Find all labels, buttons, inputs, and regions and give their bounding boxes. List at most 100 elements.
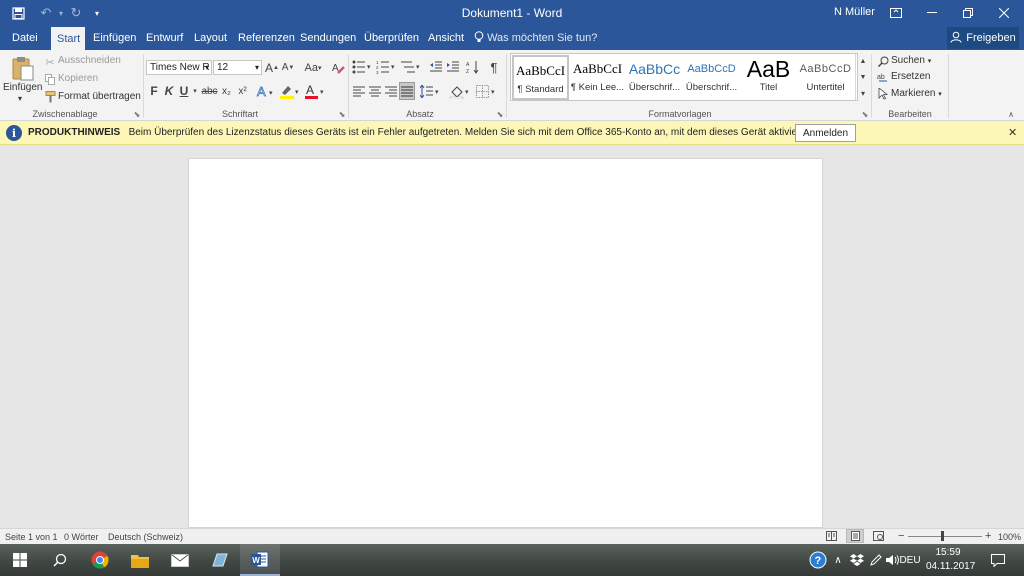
styles-scroll-down-icon[interactable]: ▼ — [857, 70, 869, 84]
tab-review[interactable]: Überprüfen — [358, 26, 425, 50]
underline-dropdown-icon[interactable]: ▾ — [191, 83, 199, 99]
svg-text:3: 3 — [376, 70, 379, 74]
cut-button[interactable]: Ausschneiden — [58, 55, 121, 66]
dropbox-icon[interactable] — [848, 544, 866, 576]
windows-start-icon[interactable] — [0, 544, 40, 576]
font-color-icon[interactable]: A ▾ — [304, 82, 326, 99]
underline-button[interactable]: U — [178, 83, 190, 99]
style-name: Überschrif... — [628, 82, 681, 93]
dialog-launcher-icon[interactable]: ⬊ — [495, 109, 505, 119]
paste-button[interactable]: Einfügen — [3, 82, 42, 93]
sort-icon[interactable]: AZ — [466, 59, 480, 75]
align-left-icon[interactable] — [352, 83, 366, 99]
italic-button[interactable]: K — [163, 83, 175, 99]
user-name[interactable]: N Müller — [834, 6, 875, 18]
mail-icon[interactable] — [160, 544, 200, 576]
chrome-icon[interactable] — [80, 544, 120, 576]
help-icon[interactable]: ? — [806, 544, 830, 576]
zoom-slider-thumb[interactable] — [941, 531, 944, 541]
zoom-slider-track[interactable] — [908, 536, 982, 537]
find-button[interactable]: Suchen ▾ — [891, 55, 931, 66]
shrink-font-icon[interactable]: A ▼ — [281, 60, 295, 75]
justify-icon[interactable] — [399, 82, 415, 100]
tab-insert[interactable]: Einfügen — [87, 26, 142, 50]
show-marks-icon[interactable]: ¶ — [487, 59, 501, 75]
zoom-level[interactable]: 100% — [998, 532, 1021, 542]
styles-more-icon[interactable]: ▾ — [857, 86, 869, 100]
close-icon[interactable] — [988, 0, 1020, 26]
replace-button[interactable]: Ersetzen — [891, 71, 930, 82]
dialog-launcher-icon[interactable]: ⬊ — [860, 109, 870, 119]
paste-dropdown-icon[interactable]: ▾ — [18, 94, 22, 103]
input-language[interactable]: DEU — [898, 544, 922, 576]
numbering-icon[interactable]: 1 2 3 ▾ — [376, 59, 398, 75]
style-subtitle[interactable]: AaBbCcD Untertitel — [797, 55, 854, 100]
style-name: Überschrif... — [685, 82, 738, 93]
action-center-icon[interactable] — [984, 544, 1012, 576]
tab-view[interactable]: Ansicht — [422, 26, 470, 50]
change-case-icon[interactable]: Aa ▾ — [301, 60, 325, 75]
multilevel-list-icon[interactable]: ▾ — [400, 59, 424, 75]
borders-icon[interactable]: ▾ — [476, 83, 498, 99]
tab-home[interactable]: Start — [51, 27, 85, 50]
tab-mailings[interactable]: Sendungen — [294, 26, 362, 50]
style-heading-2[interactable]: AaBbCcD Überschrif... — [683, 55, 740, 100]
tab-file[interactable]: Datei — [6, 26, 44, 50]
subscript-button[interactable]: x₂ — [220, 83, 233, 99]
font-name-combo[interactable]: Times New R ▾ — [146, 60, 212, 75]
share-button[interactable]: Freigeben — [947, 27, 1019, 49]
zoom-in-button[interactable]: + — [985, 530, 991, 542]
font-size-combo[interactable]: 12 ▾ — [213, 60, 262, 75]
word-count[interactable]: 0 Wörter — [64, 532, 99, 542]
show-hidden-icons-icon[interactable]: ∧ — [830, 544, 846, 576]
style-no-spacing[interactable]: AaBbCcI ¶ Kein Lee... — [569, 55, 626, 100]
tab-design[interactable]: Entwurf — [140, 26, 189, 50]
line-spacing-icon[interactable]: ▾ — [420, 83, 442, 99]
paste-icon[interactable] — [8, 54, 38, 82]
bullets-icon[interactable]: ▾ — [352, 59, 374, 75]
style-title[interactable]: AaB Titel — [740, 55, 797, 100]
style-heading-1[interactable]: AaBbCc Überschrif... — [626, 55, 683, 100]
language-status[interactable]: Deutsch (Schweiz) — [108, 532, 183, 542]
page-count[interactable]: Seite 1 von 1 — [5, 532, 58, 542]
tab-references[interactable]: Referenzen — [232, 26, 301, 50]
print-layout-icon[interactable] — [846, 529, 864, 543]
tablet-app-icon[interactable] — [200, 544, 240, 576]
file-explorer-icon[interactable] — [120, 544, 160, 576]
tell-me-box[interactable]: Was möchten Sie tun? — [474, 26, 597, 50]
text-effects-icon[interactable]: A ▾ — [256, 82, 276, 99]
copy-button[interactable]: Kopieren — [58, 73, 98, 84]
search-icon[interactable] — [40, 544, 80, 576]
sign-in-button[interactable]: Anmelden — [795, 124, 856, 142]
increase-indent-icon[interactable] — [445, 59, 460, 75]
highlight-color-icon[interactable]: ▾ — [279, 82, 301, 99]
minimize-icon[interactable] — [916, 0, 948, 26]
collapse-ribbon-icon[interactable]: ∧ — [1005, 109, 1017, 119]
read-mode-icon[interactable] — [826, 531, 837, 543]
pen-icon[interactable] — [868, 544, 884, 576]
align-right-icon[interactable] — [384, 83, 398, 99]
dialog-launcher-icon[interactable]: ⬊ — [132, 109, 142, 119]
bold-button[interactable]: F — [148, 83, 160, 99]
styles-scroll-up-icon[interactable]: ▲ — [857, 54, 869, 68]
decrease-indent-icon[interactable] — [428, 59, 443, 75]
document-page[interactable] — [188, 158, 823, 528]
clock[interactable]: 15:59 04.11.2017 — [926, 546, 975, 574]
select-button[interactable]: Markieren ▾ — [891, 88, 942, 99]
word-taskbar-icon[interactable]: W — [240, 544, 280, 576]
grow-font-icon[interactable]: A ▲ — [265, 60, 279, 75]
format-painter-button[interactable]: Format übertragen — [58, 91, 141, 102]
strikethrough-button[interactable]: abc — [201, 83, 218, 99]
zoom-out-button[interactable]: − — [898, 530, 904, 542]
tab-layout[interactable]: Layout — [188, 26, 233, 50]
align-center-icon[interactable] — [368, 83, 382, 99]
restore-icon[interactable] — [952, 0, 984, 26]
close-notice-icon[interactable]: ✕ — [1008, 126, 1017, 139]
web-layout-icon[interactable] — [873, 531, 884, 543]
superscript-button[interactable]: x² — [236, 83, 249, 99]
clear-formatting-icon[interactable]: A — [331, 59, 345, 75]
shading-icon[interactable]: ▾ — [449, 83, 473, 99]
style-normal[interactable]: AaBbCcI ¶ Standard — [512, 55, 569, 100]
dialog-launcher-icon[interactable]: ⬊ — [337, 109, 347, 119]
ribbon-display-options-icon[interactable] — [880, 0, 912, 26]
